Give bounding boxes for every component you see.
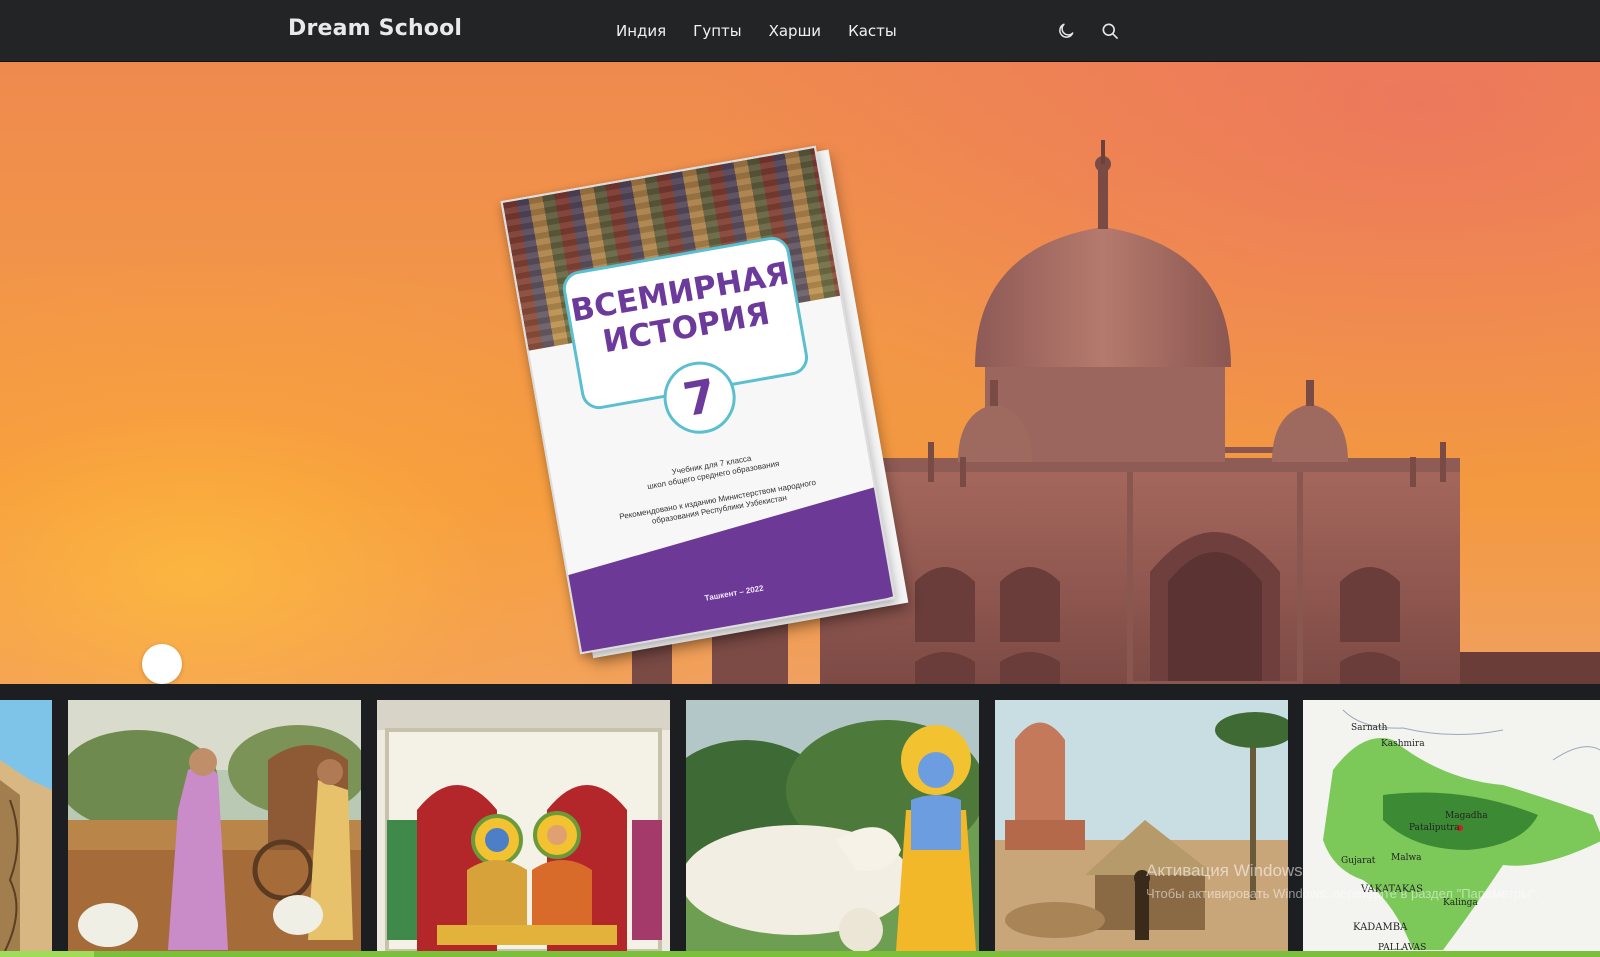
svg-text:Malwa: Malwa: [1391, 853, 1422, 863]
carousel-progress-bar: [0, 951, 1600, 957]
book-title: ВСЕМИРНАЯ ИСТОРИЯ: [568, 255, 792, 361]
svg-text:Kashmira: Kashmira: [1381, 739, 1425, 749]
nav-link-castes[interactable]: Касты: [848, 22, 897, 40]
nav-link-india[interactable]: Индия: [616, 22, 666, 40]
thumbnail-strip: Sarnath Kashmira Magadha Pataliputra Guj…: [0, 700, 1600, 951]
thumb-gupta-map[interactable]: Sarnath Kashmira Magadha Pataliputra Guj…: [1303, 700, 1600, 951]
thumb-merchant-scene[interactable]: [68, 700, 361, 951]
svg-text:KADAMBA: KADAMBA: [1353, 922, 1408, 933]
search-button[interactable]: [1096, 17, 1124, 45]
thumb-village-temple[interactable]: [995, 700, 1288, 951]
site-header: Dream School Индия Гупты Харши Касты: [0, 0, 1600, 62]
book-grade: 7: [679, 368, 721, 428]
svg-text:Magadha: Magadha: [1445, 811, 1488, 821]
svg-text:PALLAVAS: PALLAVAS: [1378, 943, 1426, 951]
thumb-royal-court[interactable]: [377, 700, 670, 951]
svg-text:Sarnath: Sarnath: [1351, 723, 1388, 733]
windows-activation-subtitle: Чтобы активировать Windows, перейдите в …: [1146, 886, 1539, 901]
svg-text:Pataliputra: Pataliputra: [1409, 823, 1460, 833]
search-icon: [1102, 23, 1118, 39]
moon-icon: [1059, 23, 1074, 38]
hero-slider: ВСЕМИРНАЯ ИСТОРИЯ 7 Учебник для 7 класса…: [0, 62, 1600, 684]
nav-link-gupta[interactable]: Гупты: [693, 22, 741, 40]
main-nav: Индия Гупты Харши Касты: [616, 22, 924, 40]
thumb-krishna-cow[interactable]: [686, 700, 979, 951]
brand-logo[interactable]: Dream School: [288, 16, 462, 41]
theme-toggle-button[interactable]: [1052, 17, 1080, 45]
svg-text:Gujarat: Gujarat: [1341, 856, 1376, 866]
windows-activation-title: Активация Windows: [1146, 861, 1303, 880]
carousel-progress-fill: [0, 951, 94, 957]
thumb-partial-temple[interactable]: [0, 700, 52, 951]
slider-dot-icon[interactable]: [142, 644, 182, 684]
nav-link-harsha[interactable]: Харши: [769, 22, 821, 40]
